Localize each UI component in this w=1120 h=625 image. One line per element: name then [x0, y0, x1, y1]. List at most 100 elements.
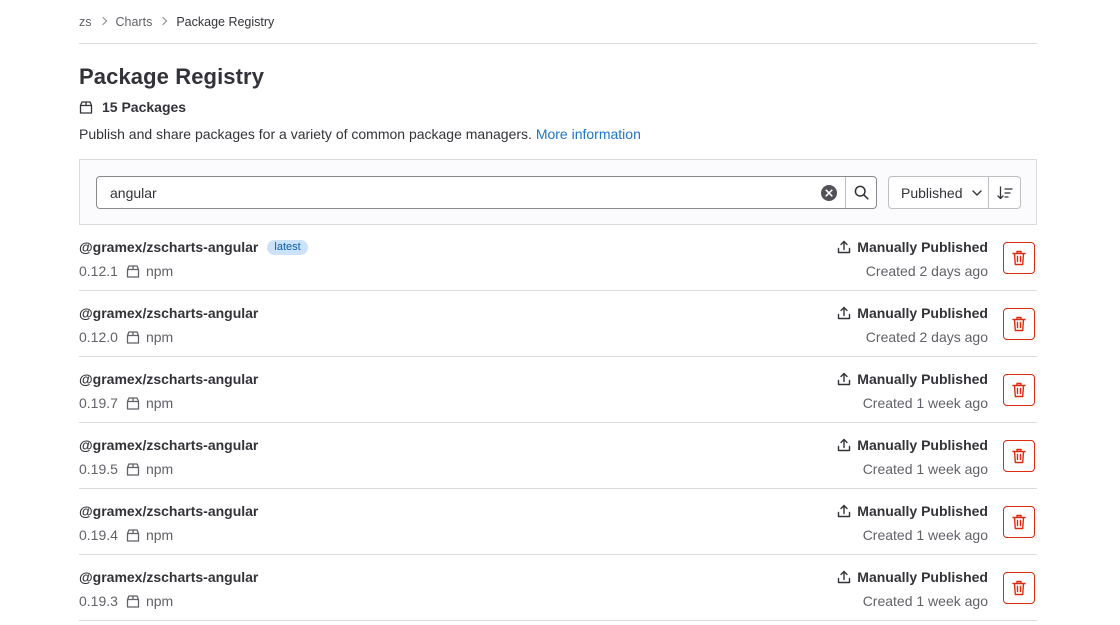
sort-direction-button[interactable] — [989, 176, 1021, 209]
publish-status-label: Manually Published — [857, 437, 988, 453]
breadcrumb-item-charts[interactable]: Charts — [116, 15, 153, 29]
upload-icon — [838, 240, 851, 254]
publish-status-label: Manually Published — [857, 239, 988, 255]
search-token[interactable]: angular — [97, 185, 813, 201]
package-version: 0.19.5 — [79, 461, 118, 477]
breadcrumb-item-current[interactable]: Package Registry — [176, 15, 274, 29]
main-content: zs Charts Package Registry Package Regis… — [79, 0, 1037, 621]
page-description: Publish and share packages for a variety… — [79, 126, 1037, 142]
upload-icon — [838, 372, 851, 386]
more-information-link[interactable]: More information — [536, 126, 641, 142]
page-title: Package Registry — [79, 64, 265, 89]
publish-status: Manually Published — [837, 305, 988, 321]
trash-icon — [1012, 448, 1026, 464]
package-list: @gramex/zscharts-angular latest 0.12.1 n… — [79, 225, 1037, 621]
package-icon — [126, 462, 140, 476]
delete-package-button[interactable] — [1003, 506, 1035, 538]
package-version: 0.19.3 — [79, 593, 118, 609]
delete-package-button[interactable] — [1003, 374, 1035, 406]
upload-icon — [838, 306, 851, 320]
package-meta: 0.19.3 npm — [79, 593, 173, 609]
search-input[interactable]: angular — [96, 176, 877, 209]
search-button[interactable] — [845, 177, 876, 208]
package-row: @gramex/zscharts-angular latest 0.12.1 n… — [79, 225, 1037, 291]
package-row: @gramex/zscharts-angular 0.19.7 npm Manu… — [79, 357, 1037, 423]
package-meta: 0.12.1 npm — [79, 263, 173, 279]
package-row: @gramex/zscharts-angular 0.19.4 npm Manu… — [79, 489, 1037, 555]
created-time: Created 1 week ago — [862, 395, 988, 411]
upload-icon — [838, 438, 851, 452]
sort-dropdown[interactable]: Published — [888, 176, 989, 209]
package-name[interactable]: @gramex/zscharts-angular — [79, 569, 258, 585]
latest-badge: latest — [267, 239, 308, 255]
sort-selected-label: Published — [901, 184, 963, 201]
package-name-label[interactable]: @gramex/zscharts-angular — [79, 569, 258, 585]
publish-status-label: Manually Published — [857, 371, 988, 387]
package-name[interactable]: @gramex/zscharts-angular — [79, 437, 258, 453]
delete-package-button[interactable] — [1003, 572, 1035, 604]
publish-status-label: Manually Published — [857, 305, 988, 321]
sort-lowest-icon — [996, 185, 1013, 199]
publish-status-label: Manually Published — [857, 503, 988, 519]
breadcrumb-item-zs[interactable]: zs — [79, 15, 92, 29]
package-icon — [79, 100, 93, 114]
filter-bar: angular Published — [79, 159, 1037, 225]
trash-icon — [1012, 580, 1026, 596]
package-name-label[interactable]: @gramex/zscharts-angular — [79, 239, 258, 255]
package-version: 0.19.7 — [79, 395, 118, 411]
package-version: 0.12.1 — [79, 263, 118, 279]
package-icon — [126, 264, 140, 278]
created-time: Created 1 week ago — [862, 461, 988, 477]
delete-package-button[interactable] — [1003, 242, 1035, 274]
upload-icon — [838, 570, 851, 584]
package-icon — [126, 528, 140, 542]
publish-status: Manually Published — [837, 503, 988, 519]
package-name[interactable]: @gramex/zscharts-angular — [79, 305, 258, 321]
trash-icon — [1012, 250, 1026, 266]
package-icon — [126, 396, 140, 410]
chevron-right-icon — [98, 16, 107, 25]
package-meta: 0.19.7 npm — [79, 395, 173, 411]
publish-status-label: Manually Published — [857, 569, 988, 585]
package-count-label: 15 Packages — [102, 99, 187, 115]
package-meta: 0.19.4 npm — [79, 527, 173, 543]
package-version: 0.19.4 — [79, 527, 118, 543]
package-name[interactable]: @gramex/zscharts-angular — [79, 503, 258, 519]
delete-package-button[interactable] — [1003, 308, 1035, 340]
package-row: @gramex/zscharts-angular 0.19.5 npm Manu… — [79, 423, 1037, 489]
package-name-label[interactable]: @gramex/zscharts-angular — [79, 305, 258, 321]
trash-icon — [1012, 316, 1026, 332]
trash-icon — [1012, 382, 1026, 398]
package-name-label[interactable]: @gramex/zscharts-angular — [79, 437, 258, 453]
created-time: Created 2 days ago — [865, 329, 988, 345]
package-name-label[interactable]: @gramex/zscharts-angular — [79, 503, 258, 519]
created-time: Created 1 week ago — [862, 593, 988, 609]
created-time: Created 1 week ago — [862, 527, 988, 543]
chevron-down-icon — [971, 189, 982, 196]
package-count: 15 Packages — [79, 99, 1037, 115]
package-type: npm — [145, 395, 174, 411]
package-icon — [126, 330, 140, 344]
package-name-label[interactable]: @gramex/zscharts-angular — [79, 371, 258, 387]
search-icon — [854, 185, 869, 200]
package-type: npm — [145, 593, 174, 609]
description-text: Publish and share packages for a variety… — [79, 126, 536, 142]
publish-status: Manually Published — [837, 371, 988, 387]
package-name[interactable]: @gramex/zscharts-angular latest — [79, 239, 308, 255]
package-row: @gramex/zscharts-angular 0.12.0 npm Manu… — [79, 291, 1037, 357]
sort-controls: Published — [888, 176, 1021, 209]
package-meta: 0.12.0 npm — [79, 329, 173, 345]
package-version: 0.12.0 — [79, 329, 118, 345]
package-type: npm — [145, 461, 174, 477]
package-row: @gramex/zscharts-angular 0.19.3 npm Manu… — [79, 555, 1037, 621]
package-icon — [126, 594, 140, 608]
delete-package-button[interactable] — [1003, 440, 1035, 472]
publish-status: Manually Published — [837, 569, 988, 585]
clear-search-button[interactable] — [813, 177, 845, 208]
package-type: npm — [145, 329, 174, 345]
publish-status: Manually Published — [837, 437, 988, 453]
trash-icon — [1012, 514, 1026, 530]
package-name[interactable]: @gramex/zscharts-angular — [79, 371, 258, 387]
created-time: Created 2 days ago — [865, 263, 988, 279]
upload-icon — [838, 504, 851, 518]
